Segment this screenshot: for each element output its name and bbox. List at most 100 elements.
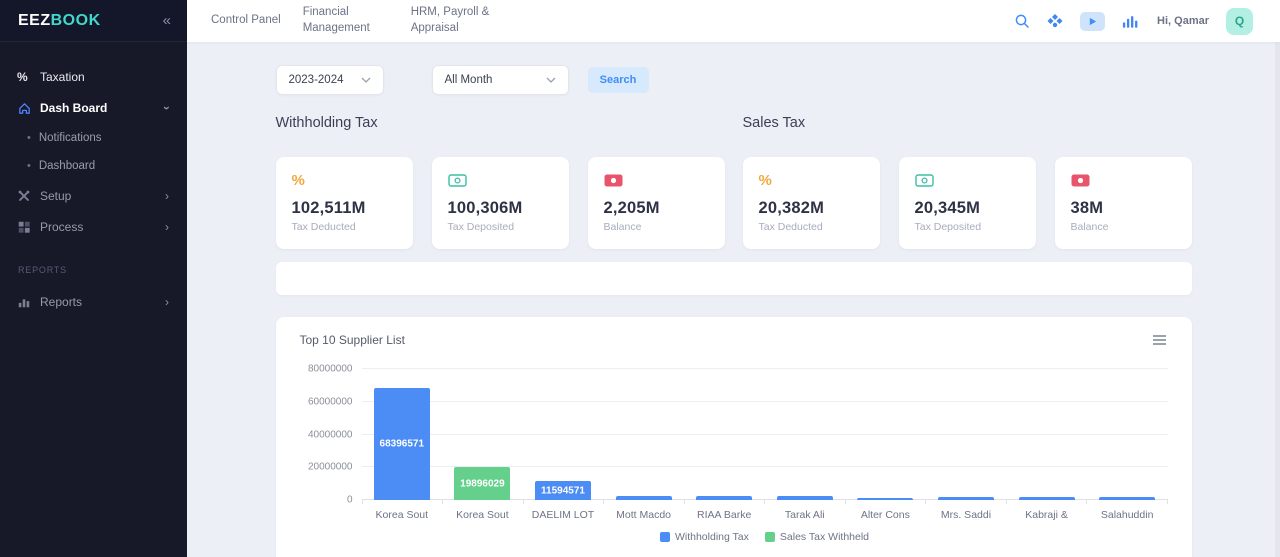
sidebar-item-label: Setup (40, 189, 71, 203)
x-axis-tick (765, 500, 846, 504)
bar-value-label: 19896029 (454, 478, 510, 489)
card-value: 20,345M (915, 199, 1020, 218)
withholding-tax-title: Withholding Tax (276, 115, 378, 131)
y-axis-tick-label: 20000000 (308, 462, 353, 473)
scrollbar[interactable] (1275, 42, 1280, 557)
x-axis-tick (846, 500, 927, 504)
search-button[interactable]: Search (588, 67, 649, 93)
bullet-icon: • (27, 132, 31, 144)
sidebar-subitem-dashboard[interactable]: • Dashboard (0, 156, 187, 176)
percent-icon: % (759, 170, 864, 190)
legend-item[interactable]: Sales Tax Withheld (765, 531, 869, 543)
logo-text-primary: EEZ (18, 12, 51, 29)
chart-legend: Withholding Tax Sales Tax Withheld (362, 531, 1168, 543)
stats-icon[interactable] (1122, 14, 1140, 29)
chart-bar[interactable]: 11594571 (535, 481, 591, 500)
card-sales-tax-deposited: 20,345M Tax Deposited (899, 157, 1036, 249)
apps-icon[interactable] (1047, 13, 1063, 29)
bar-slot (926, 369, 1007, 500)
year-select[interactable]: 2023-2024 (276, 65, 384, 95)
sidebar-item-dash-board[interactable]: Dash Board › (0, 96, 187, 120)
sidebar-subitem-label: Notifications (39, 132, 102, 144)
sidebar: EEZBOOK « % Taxation Dash Board › • Noti… (0, 0, 187, 557)
sidebar-collapse-icon[interactable]: « (163, 12, 171, 29)
chevron-down-icon (361, 77, 371, 83)
card-value: 38M (1071, 199, 1176, 218)
sidebar-item-reports[interactable]: Reports › (0, 290, 187, 314)
sidebar-subitem-notifications[interactable]: • Notifications (0, 128, 187, 148)
search-icon[interactable] (1014, 13, 1030, 29)
card-withholding-tax-deducted: % 102,511M Tax Deducted (276, 157, 413, 249)
chart-bar[interactable]: 68396571 (374, 388, 430, 500)
bar-slot (1087, 369, 1168, 500)
card-value: 2,205M (604, 199, 709, 218)
nav-financial-management[interactable]: Financial Management (303, 5, 389, 36)
sidebar-subitem-label: Dashboard (39, 160, 95, 172)
x-axis-category-label: Mott Macdo (603, 509, 684, 521)
x-axis-category-label: Korea Sout (442, 509, 523, 521)
chart-bar[interactable] (1019, 497, 1075, 500)
card-label: Tax Deposited (448, 221, 553, 233)
bar-chart-plot: 0200000004000000060000000800000006839657… (362, 369, 1168, 500)
bar-value-label: 68396571 (374, 439, 430, 450)
bullet-icon: • (27, 160, 31, 172)
y-axis-tick-label: 80000000 (308, 364, 353, 375)
legend-marker (765, 532, 775, 542)
nav-hrm-payroll[interactable]: HRM, Payroll & Appraisal (411, 5, 497, 36)
chart-title: Top 10 Supplier List (300, 333, 405, 347)
bar-slot (603, 369, 684, 500)
chart-bar[interactable]: 19896029 (454, 467, 510, 500)
bar-slot (845, 369, 926, 500)
chart-bar[interactable] (857, 498, 913, 500)
bar-value-label: 11594571 (535, 485, 591, 496)
empty-panel (276, 262, 1192, 295)
sidebar-item-setup[interactable]: Setup › (0, 184, 187, 208)
banknote-filled-icon (604, 170, 709, 190)
nav-control-panel[interactable]: Control Panel (211, 13, 281, 29)
bar-slot: 68396571 (362, 369, 443, 500)
percent-icon: % (17, 70, 40, 84)
legend-marker (660, 532, 670, 542)
avatar[interactable]: Q (1226, 8, 1253, 35)
card-label: Tax Deposited (915, 221, 1020, 233)
chart-bar[interactable] (696, 496, 752, 500)
card-label: Tax Deducted (292, 221, 397, 233)
banknote-filled-icon (1071, 170, 1176, 190)
main-content: 2023-2024 All Month Search Withholding T… (187, 42, 1280, 557)
bar-slot (764, 369, 845, 500)
chevron-down-icon: › (160, 106, 174, 110)
bar-slot (1006, 369, 1087, 500)
month-select[interactable]: All Month (432, 65, 569, 95)
sidebar-item-process[interactable]: Process › (0, 215, 187, 239)
tools-icon (17, 189, 40, 203)
x-axis-category-label: Alter Cons (845, 509, 926, 521)
card-label: Balance (604, 221, 709, 233)
logo-text-secondary: BOOK (51, 12, 101, 29)
chart-bar[interactable] (777, 496, 833, 500)
y-axis-tick-label: 40000000 (308, 429, 353, 440)
card-sales-balance: 38M Balance (1055, 157, 1192, 249)
chart-card: Top 10 Supplier List 0200000004000000060… (276, 317, 1192, 557)
y-axis-tick-label: 60000000 (308, 396, 353, 407)
video-play-button[interactable] (1080, 12, 1105, 31)
top-nav: Control Panel Financial Management HRM, … (187, 5, 497, 36)
bar-slot: 11594571 (523, 369, 604, 500)
banknote-outline-icon (448, 170, 553, 190)
y-axis-tick-label: 0 (347, 495, 353, 506)
chart-bar[interactable] (938, 497, 994, 500)
x-axis-category-label: DAELIM LOT (523, 509, 604, 521)
app-logo[interactable]: EEZBOOK (18, 12, 101, 30)
grid-icon (17, 220, 40, 234)
chart-bar[interactable] (616, 496, 672, 500)
filter-row: 2023-2024 All Month Search (276, 65, 1192, 95)
home-icon (17, 101, 40, 116)
legend-item[interactable]: Withholding Tax (660, 531, 749, 543)
x-axis-tick (685, 500, 766, 504)
sidebar-item-taxation[interactable]: % Taxation (0, 65, 187, 89)
year-select-value: 2023-2024 (289, 74, 344, 86)
chart-menu-icon[interactable] (1151, 333, 1168, 347)
top-header: Control Panel Financial Management HRM, … (187, 0, 1280, 42)
x-axis-tick (1007, 500, 1088, 504)
x-axis-category-label: Korea Sout (362, 509, 443, 521)
chart-bar[interactable] (1099, 497, 1155, 500)
